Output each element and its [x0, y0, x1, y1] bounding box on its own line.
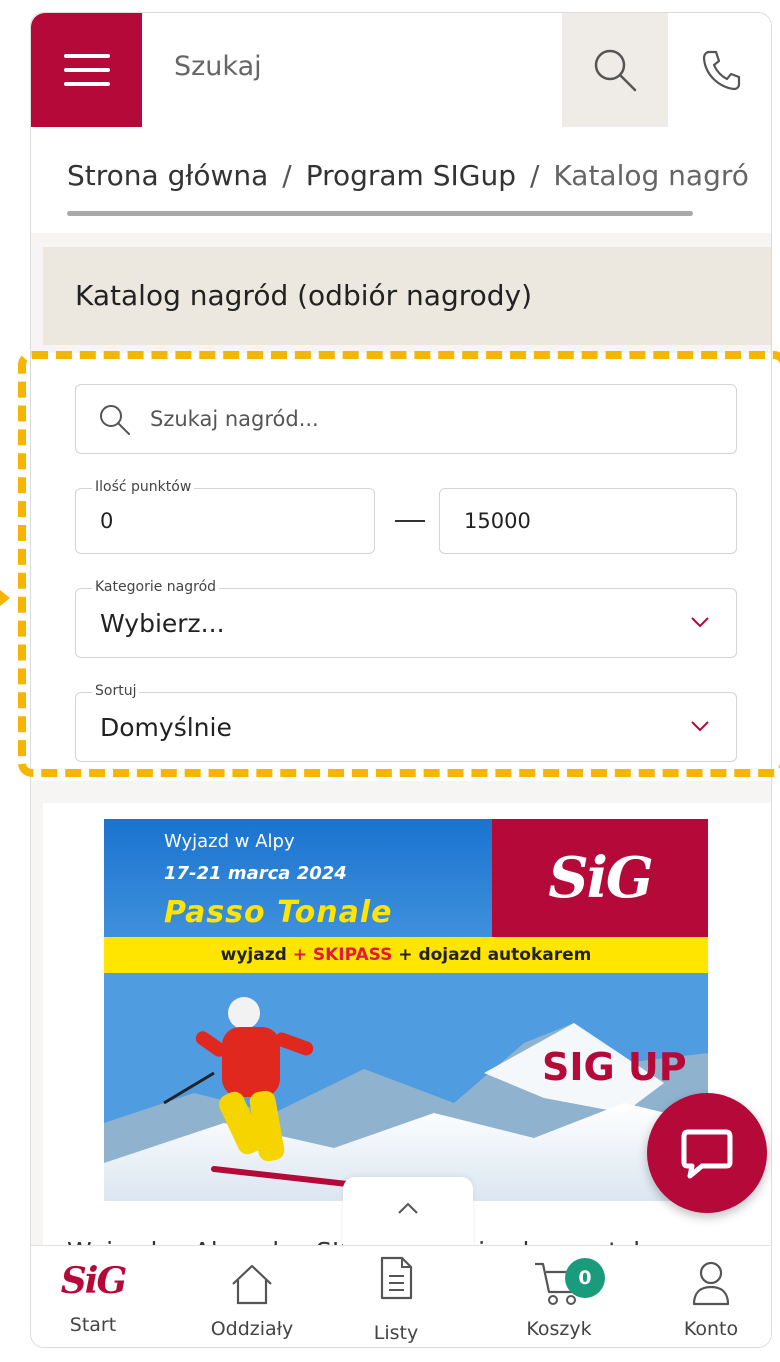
nav-start-label: Start — [69, 1314, 117, 1336]
chevron-up-icon — [398, 1202, 418, 1214]
breadcrumb-scrollbar[interactable] — [67, 211, 693, 216]
product-banner-image[interactable]: Wyjazd w Alpy 17-21 marca 2024 Passo Ton… — [104, 819, 708, 1201]
header-search-input[interactable]: Szukaj — [174, 51, 262, 82]
banner-yellow-bar: wyjazd + SKIPASS + dojazd autokarem — [104, 937, 708, 973]
chevron-down-icon — [691, 721, 709, 732]
breadcrumb-separator: / — [282, 159, 292, 192]
nav-account-label: Konto — [683, 1318, 739, 1340]
category-value: Wybierz... — [100, 609, 225, 638]
breadcrumb-home[interactable]: Strona główna — [67, 159, 268, 192]
chevron-down-icon — [691, 617, 709, 628]
banner-bar-part2: + SKIPASS — [292, 945, 393, 965]
home-icon — [232, 1264, 272, 1305]
reward-search-placeholder: Szukaj nagród... — [150, 407, 319, 431]
search-icon — [100, 405, 130, 435]
user-icon — [692, 1261, 730, 1306]
banner-line3: Passo Tonale — [164, 895, 393, 930]
page-title-box: Katalog nagród (odbiór nagrody) — [43, 247, 771, 345]
breadcrumb-trail: Strona główna / Program SIGup / Katalog nagr… — [67, 159, 749, 192]
sort-label: Sortuj — [92, 682, 140, 700]
chat-button[interactable] — [647, 1093, 767, 1213]
page-title: Katalog nagród (odbiór nagrody) — [75, 279, 533, 312]
search-icon — [594, 49, 637, 92]
phone-icon — [702, 50, 740, 91]
breadcrumb-sigup[interactable]: Program SIGup — [306, 159, 516, 192]
category-label: Kategorie nagród — [92, 578, 220, 596]
nav-branches-label: Oddziały — [210, 1318, 294, 1340]
filters-panel: Szukaj nagród... Ilość punktów 0 15000 K… — [31, 353, 771, 781]
banner-line2: 17-21 marca 2024 — [164, 863, 347, 884]
app-frame: Szukaj Strona główna / Program SIGup / Katal… — [30, 12, 772, 1348]
sort-value: Domyślnie — [100, 713, 232, 742]
banner-bar-part3: + dojazd autokarem — [398, 945, 592, 965]
nav-branches[interactable]: Oddziały — [192, 1246, 312, 1347]
nav-start-logo: SiG — [60, 1260, 127, 1302]
sort-select[interactable]: Sortuj Domyślnie — [75, 682, 737, 762]
sigup-logo: SIG UP — [542, 1045, 687, 1089]
document-list-icon — [380, 1256, 413, 1300]
nav-cart-label: Koszyk — [526, 1318, 592, 1340]
points-max-field[interactable]: 15000 — [439, 488, 737, 554]
bottom-navigation: SiG Start Oddziały Listy 0 Koszyk Konto — [31, 1245, 771, 1347]
banner-bar-part1: wyjazd — [220, 945, 287, 965]
points-label: Ilość punktów — [92, 478, 195, 496]
nav-lists[interactable]: Listy — [336, 1246, 456, 1347]
points-min-value: 0 — [100, 509, 114, 533]
nav-lists-label: Listy — [373, 1322, 419, 1344]
search-button[interactable] — [562, 13, 668, 127]
cart-count-badge: 0 — [565, 1258, 605, 1298]
nav-account[interactable]: Konto — [651, 1246, 771, 1347]
points-max-value: 15000 — [464, 509, 531, 533]
points-min-field[interactable]: Ilość punktów 0 — [75, 478, 375, 554]
range-dash — [395, 520, 425, 522]
banner-line1: Wyjazd w Alpy — [164, 831, 295, 852]
breadcrumb-separator: / — [529, 159, 540, 192]
breadcrumb: Strona główna / Program SIGup / Katalog nagr… — [31, 127, 771, 233]
banner-logo-text: SiG — [548, 845, 654, 911]
nav-start[interactable]: SiG Start — [33, 1246, 153, 1347]
menu-icon — [63, 54, 110, 86]
reward-search-input[interactable]: Szukaj nagród... — [75, 384, 737, 454]
nav-cart[interactable]: 0 Koszyk — [499, 1246, 619, 1347]
top-header: Szukaj — [31, 13, 771, 127]
banner-logo: SiG — [492, 819, 708, 937]
category-select[interactable]: Kategorie nagród Wybierz... — [75, 578, 737, 658]
sig-logo-icon: SiG — [33, 1260, 153, 1302]
breadcrumb-current: Katalog nagró — [553, 159, 749, 192]
phone-button[interactable] — [668, 13, 771, 127]
menu-button[interactable] — [31, 13, 142, 127]
annotation-arrow — [0, 590, 10, 606]
chat-bubble-icon — [681, 1129, 733, 1179]
